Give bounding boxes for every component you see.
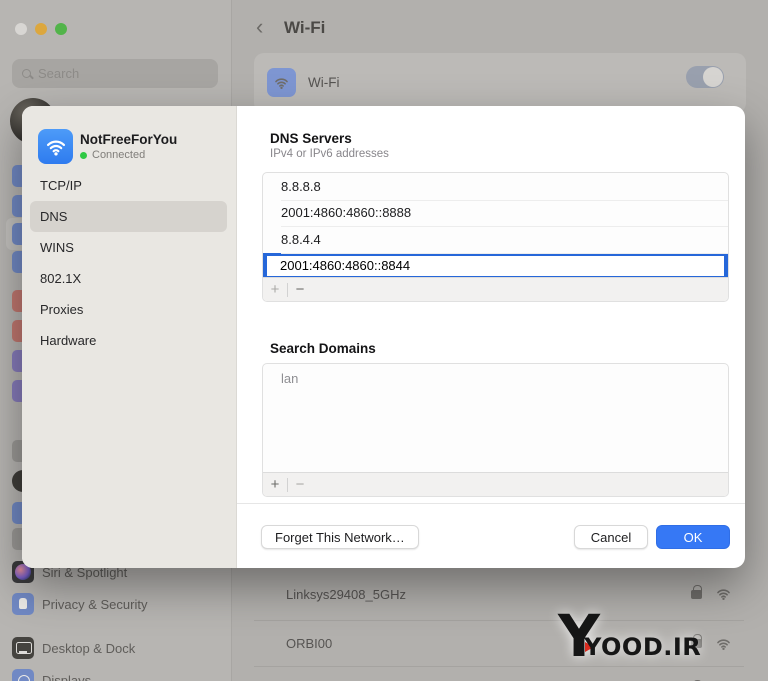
- nav-item-proxies[interactable]: Proxies: [30, 294, 227, 325]
- nav-item-dns[interactable]: DNS: [30, 201, 227, 232]
- sidebar-item-desktop-dock[interactable]: Desktop & Dock: [0, 634, 232, 662]
- dns-list-footer: + −: [263, 277, 728, 301]
- dns-server-row[interactable]: 2001:4860:4860::8888: [263, 199, 728, 227]
- watermark: Y YOOD.IR: [558, 602, 702, 670]
- lock-icon: [691, 584, 702, 599]
- dns-server-row-editing: [263, 252, 728, 279]
- back-button[interactable]: ‹: [256, 14, 263, 40]
- network-details-dialog: NotFreeForYou Connected TCP/IP DNS WINS …: [22, 106, 745, 568]
- nav-item-wins[interactable]: WINS: [30, 232, 227, 263]
- remove-domain-button[interactable]: −: [288, 474, 312, 496]
- toggle-knob: [703, 67, 723, 87]
- nav-item-hardware[interactable]: Hardware: [30, 325, 227, 356]
- search-placeholder: Search: [38, 66, 80, 81]
- dns-settings-panel: DNS Servers IPv4 or IPv6 addresses 8.8.8…: [237, 106, 745, 568]
- network-status: Connected: [80, 149, 145, 161]
- minimize-button[interactable]: [35, 23, 47, 35]
- wifi-icon: [267, 68, 296, 97]
- wifi-label: Wi-Fi: [308, 75, 340, 90]
- sidebar-item-displays[interactable]: Displays: [0, 666, 232, 681]
- wifi-icon: [38, 129, 73, 164]
- search-domains-list: lan + −: [262, 363, 729, 497]
- forget-network-button[interactable]: Forget This Network…: [261, 525, 419, 549]
- dialog-footer: Forget This Network… Cancel OK: [237, 503, 745, 568]
- dialog-nav: TCP/IP DNS WINS 802.1X Proxies Hardware: [22, 170, 237, 356]
- wifi-toggle-card: Wi-Fi: [254, 53, 746, 113]
- wifi-signal-icon: [715, 637, 732, 651]
- network-row[interactable]: [254, 666, 744, 681]
- zoom-button[interactable]: [55, 23, 67, 35]
- remove-dns-button[interactable]: −: [288, 279, 312, 301]
- search-domain-row[interactable]: lan: [263, 364, 728, 386]
- connected-dot-icon: [80, 151, 87, 159]
- search-domains-content: lan: [263, 364, 728, 472]
- dialog-sidebar: NotFreeForYou Connected TCP/IP DNS WINS …: [22, 106, 237, 568]
- window-controls: [15, 23, 67, 35]
- dns-servers-subheading: IPv4 or IPv6 addresses: [270, 148, 389, 160]
- hand-icon: [12, 593, 34, 615]
- search-input[interactable]: Search: [12, 59, 218, 88]
- display-icon: [12, 669, 34, 681]
- wifi-signal-icon: [715, 587, 732, 601]
- dns-server-input[interactable]: [267, 255, 724, 276]
- sidebar-item-privacy-security[interactable]: Privacy & Security: [0, 590, 232, 618]
- desktop-icon: [12, 637, 34, 659]
- search-icon: [22, 69, 31, 78]
- dns-servers-heading: DNS Servers: [270, 131, 352, 146]
- add-dns-button[interactable]: +: [263, 279, 287, 301]
- cancel-button[interactable]: Cancel: [574, 525, 648, 549]
- nav-item-8021x[interactable]: 802.1X: [30, 263, 227, 294]
- ok-button[interactable]: OK: [656, 525, 730, 549]
- add-domain-button[interactable]: +: [263, 474, 287, 496]
- search-domains-heading: Search Domains: [270, 341, 376, 356]
- nav-item-tcpip[interactable]: TCP/IP: [30, 170, 227, 201]
- watermark-text: YOOD.IR: [584, 633, 702, 661]
- dns-server-row[interactable]: 8.8.8.8: [263, 173, 728, 200]
- dns-servers-list: 8.8.8.8 2001:4860:4860::8888 8.8.4.4 + −: [262, 172, 729, 302]
- network-name: NotFreeForYou: [80, 132, 178, 147]
- search-domains-footer: + −: [263, 472, 728, 496]
- dns-server-row[interactable]: 8.8.4.4: [263, 226, 728, 253]
- page-title: Wi-Fi: [284, 18, 326, 37]
- wifi-toggle[interactable]: [686, 66, 724, 88]
- close-button[interactable]: [15, 23, 27, 35]
